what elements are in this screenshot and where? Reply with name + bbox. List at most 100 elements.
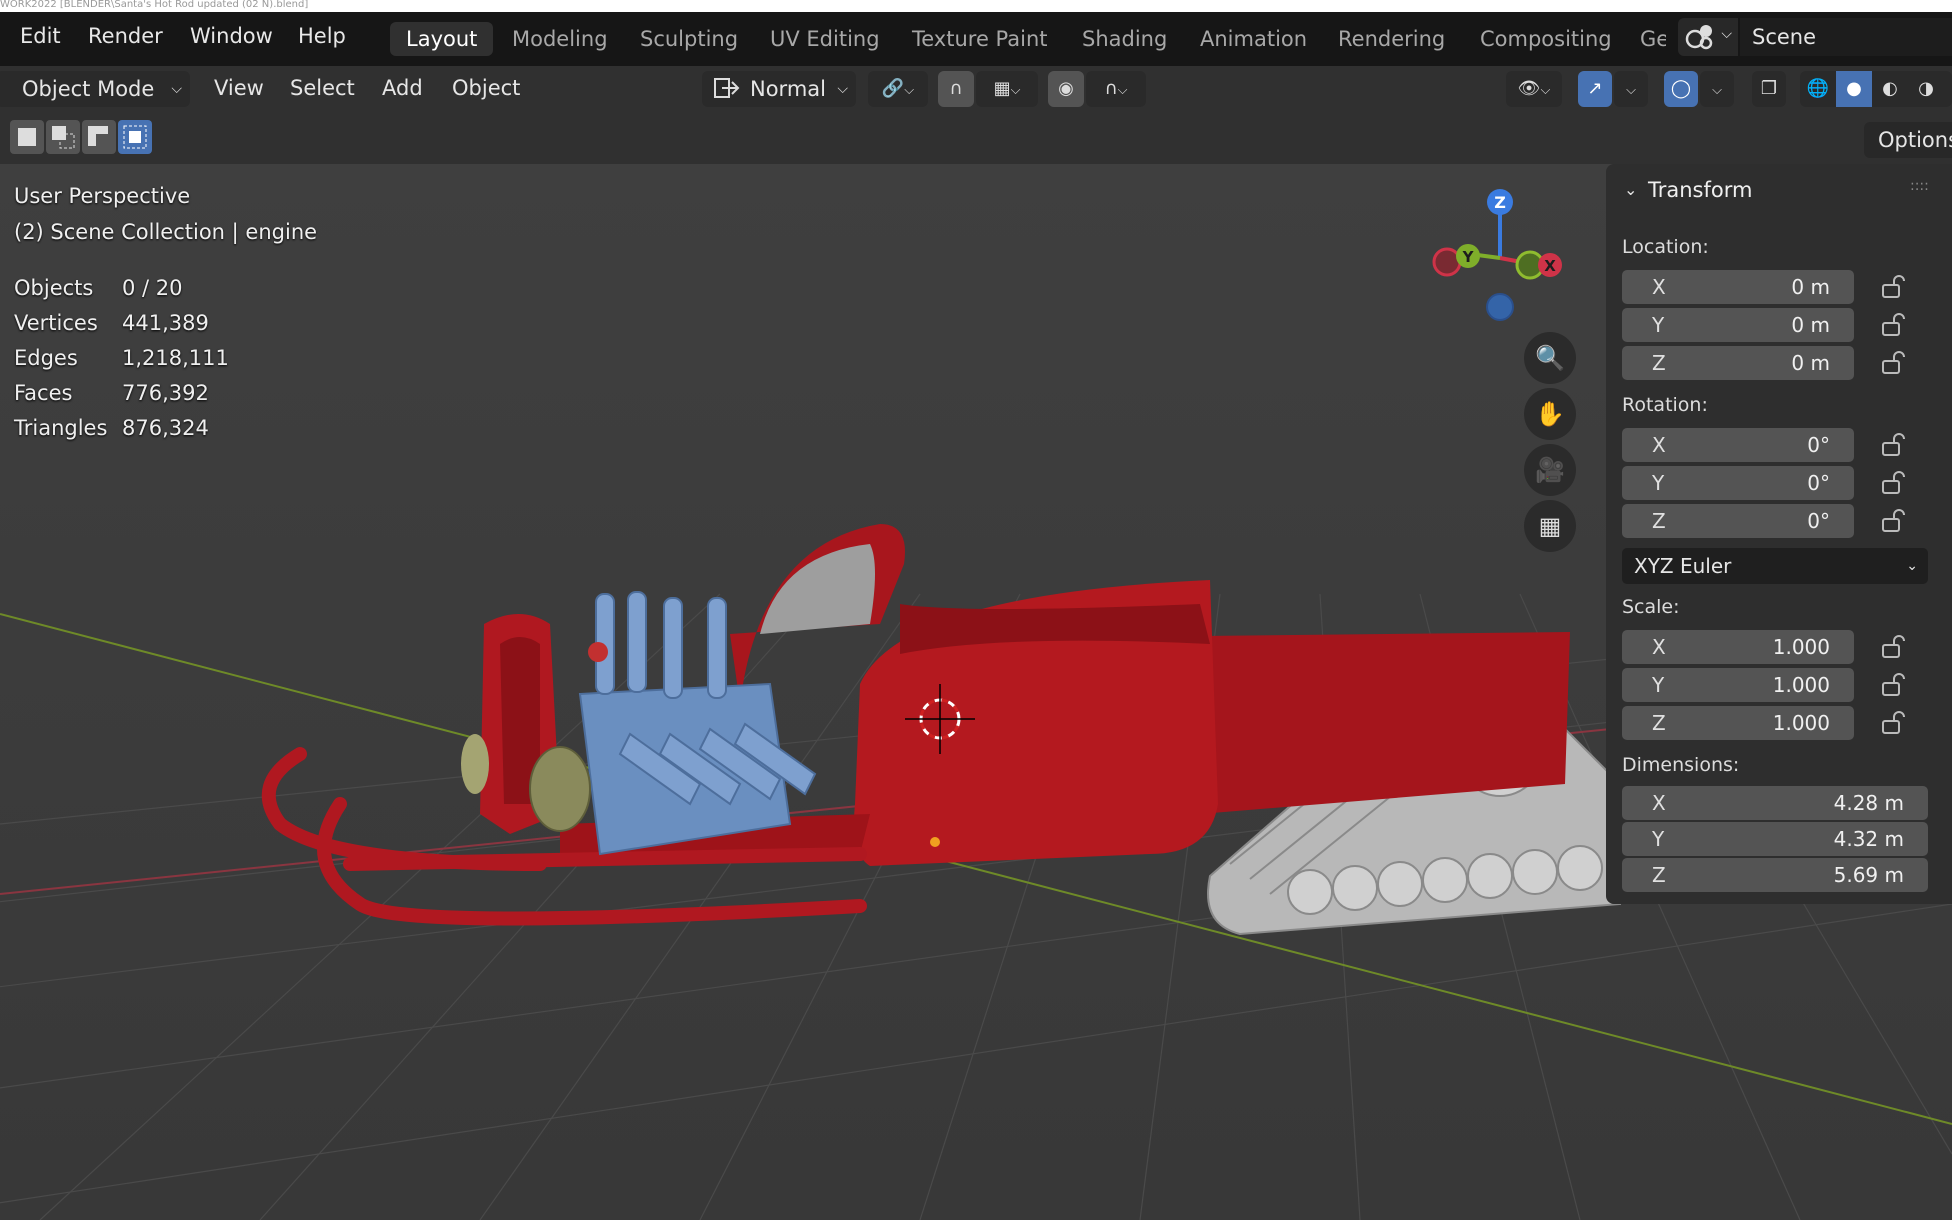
scale-z-field[interactable]: Z 1.000 [1622,706,1854,740]
snap-toggle[interactable]: ∩ [938,71,974,107]
dimensions-label: Dimensions: [1622,754,1740,776]
chevron-down-icon: ⌵ [1712,83,1722,98]
chevron-down-icon: ⌵ [1010,83,1021,98]
object-origin [930,837,940,847]
field-value: 1.000 [1772,673,1830,697]
visibility-button[interactable]: 👁⌵ [1506,71,1562,107]
navigation-gizmo[interactable]: Z Y X [1430,184,1570,334]
select-extend-button[interactable] [46,120,80,154]
lock-icon[interactable] [1880,634,1906,660]
tab-layout[interactable]: Layout [390,22,494,56]
magnet-icon: ∩ [949,78,963,99]
proportional-icon: ◉ [1058,78,1074,99]
gizmo-menu[interactable]: ⌵ [1614,71,1648,107]
options-button[interactable]: Options [1864,122,1952,158]
location-y-field[interactable]: Y 0 m [1622,308,1854,342]
pan-button[interactable]: ✋ [1524,388,1576,440]
axis-label: Z [1652,863,1666,887]
tab-uv-editing[interactable]: UV Editing [754,22,896,56]
menu-object[interactable]: Object [452,76,520,100]
drag-handle-icon[interactable]: :::: [1910,178,1929,194]
menu-view[interactable]: View [214,76,264,100]
falloff-button[interactable]: ∩⌵ [1086,71,1146,107]
rotation-x-field[interactable]: X 0° [1622,428,1854,462]
snap-increment-icon: ▦ [993,78,1011,99]
tab-texture-paint[interactable]: Texture Paint [896,22,1064,56]
stat-label: Triangles [14,416,108,440]
snap-target-button[interactable]: ▦⌵ [976,71,1038,107]
axis-label: Y [1652,673,1665,697]
falloff-curve-icon: ∩ [1104,78,1118,99]
perspective-toggle-button[interactable]: ▦ [1524,500,1576,552]
scene-selector[interactable]: ⌵ [1678,18,1738,56]
select-new-button[interactable] [10,120,44,154]
chevron-down-icon: ⌵ [1721,26,1732,42]
tab-animation[interactable]: Animation [1184,22,1323,56]
menu-add[interactable]: Add [382,76,423,100]
xray-toggle[interactable]: ❐ [1752,71,1786,107]
scale-x-field[interactable]: X 1.000 [1622,630,1854,664]
lock-icon[interactable] [1880,432,1906,458]
chevron-down-icon: ⌵ [1626,83,1636,98]
orientation-dropdown[interactable]: Normal ⌵ [702,71,856,107]
select-intersect-button[interactable] [118,120,152,154]
tab-geometry-nodes[interactable]: Ge [1626,22,1666,56]
scene-name-field[interactable]: Scene [1740,18,1952,56]
rendered-shading-icon[interactable]: ◑ [1908,71,1944,107]
menu-render[interactable]: Render [88,24,163,48]
field-value: 5.69 m [1833,863,1904,887]
zoom-icon: 🔍 [1535,344,1565,372]
menu-help[interactable]: Help [298,24,346,48]
select-subtract-button[interactable] [82,120,116,154]
dimension-z-field[interactable]: Z 5.69 m [1622,858,1928,892]
location-z-field[interactable]: Z 0 m [1622,346,1854,380]
chevron-down-icon: ⌄ [1906,558,1918,574]
gizmo-x-label: X [1544,257,1556,275]
overlays-toggle[interactable]: ◯ [1664,71,1698,107]
solid-shading-icon[interactable]: ● [1836,71,1872,107]
zoom-button[interactable]: 🔍 [1524,332,1576,384]
tab-rendering[interactable]: Rendering [1322,22,1461,56]
dimension-x-field[interactable]: X 4.28 m [1622,786,1928,820]
stat-label: Faces [14,381,73,405]
lock-icon[interactable] [1880,312,1906,338]
rotation-mode-dropdown[interactable]: XYZ Euler ⌄ [1622,548,1928,584]
axis-label: X [1652,791,1666,815]
mode-dropdown[interactable]: Object Mode ⌵ [0,71,190,107]
tab-compositing[interactable]: Compositing [1464,22,1628,56]
scale-y-field[interactable]: Y 1.000 [1622,668,1854,702]
shading-mode-group: 🌐 ● ◐ ◑ [1800,71,1952,107]
menu-edit[interactable]: Edit [20,24,61,48]
proportional-edit-toggle[interactable]: ◉ [1048,71,1084,107]
tab-shading[interactable]: Shading [1066,22,1183,56]
lock-icon[interactable] [1880,710,1906,736]
field-value: 4.28 m [1833,791,1904,815]
lock-icon[interactable] [1880,350,1906,376]
tab-modeling[interactable]: Modeling [496,22,624,56]
camera-view-button[interactable]: 🎥 [1524,444,1576,496]
gizmo-toggle[interactable]: ↗ [1578,71,1612,107]
lock-icon[interactable] [1880,470,1906,496]
dimension-y-field[interactable]: Y 4.32 m [1622,822,1928,856]
wireframe-shading-icon[interactable]: 🌐 [1800,71,1836,107]
menu-select[interactable]: Select [290,76,355,100]
lock-icon[interactable] [1880,672,1906,698]
field-value: 1.000 [1772,635,1830,659]
chevron-down-icon: ⌵ [171,81,182,97]
scene-icon [1685,25,1713,50]
grid-icon: ▦ [1538,512,1562,540]
menu-window[interactable]: Window [190,24,273,48]
tab-sculpting[interactable]: Sculpting [624,22,754,56]
rotation-y-field[interactable]: Y 0° [1622,466,1854,500]
lock-icon[interactable] [1880,508,1906,534]
field-value: 1.000 [1772,711,1830,735]
orientation-label: Normal [750,77,826,101]
pivot-point-button[interactable]: 🔗⌵ [868,71,928,107]
lock-icon[interactable] [1880,274,1906,300]
material-shading-icon[interactable]: ◐ [1872,71,1908,107]
camera-icon: 🎥 [1535,456,1565,484]
overlays-menu[interactable]: ⌵ [1700,71,1734,107]
location-x-field[interactable]: X 0 m [1622,270,1854,304]
rotation-z-field[interactable]: Z 0° [1622,504,1854,538]
axis-label: Y [1652,827,1665,851]
